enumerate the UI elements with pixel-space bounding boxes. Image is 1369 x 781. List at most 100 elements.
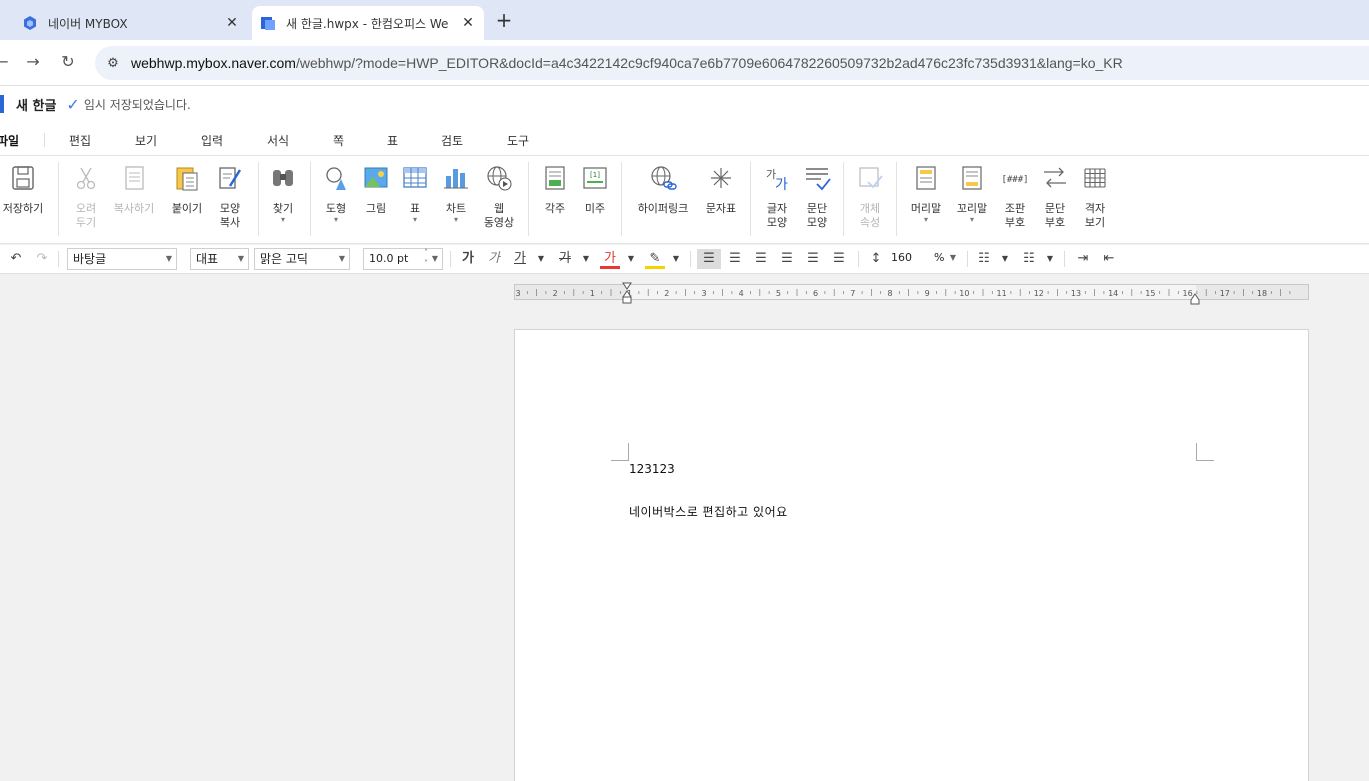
document-title[interactable]: 새 한글 bbox=[16, 95, 56, 114]
find-button[interactable]: 찾기 ▾ bbox=[258, 164, 308, 224]
binoculars-icon bbox=[273, 170, 293, 186]
ribbon-divider bbox=[843, 162, 844, 236]
tab-mybox[interactable]: 네이버 MYBOX ✕ bbox=[0, 6, 248, 40]
bold-icon[interactable]: 가 bbox=[458, 249, 478, 269]
ruler-tick-label: 9 bbox=[925, 289, 930, 298]
align-distribute-icon[interactable]: ☰ bbox=[802, 249, 824, 269]
hancom-favicon-icon bbox=[261, 17, 275, 30]
control-codes-icon: [###] bbox=[1001, 175, 1028, 185]
menu-edit[interactable]: 편집 bbox=[69, 132, 91, 149]
address-bar: ← → ↻ ⚙ webhwp.mybox.naver.com/webhwp/?m… bbox=[0, 40, 1369, 86]
document-text-line[interactable]: 네이버박스로 편집하고 있어요 bbox=[629, 503, 788, 520]
copy-label: 복사하기 bbox=[113, 202, 155, 215]
format-copy-button[interactable]: 모양 복사 bbox=[205, 164, 255, 230]
redo-icon[interactable]: ↷ bbox=[32, 249, 52, 269]
format-toolbar: ↶ ↷ 바탕글 ▼ 대표 ▼ 맑은 고딕 ▼ 10.0 pt ˄ ˅ ▼ 가 가 가 ▼ 가… bbox=[0, 245, 1369, 274]
strikethrough-icon[interactable]: 가 bbox=[555, 249, 575, 269]
object-props-button[interactable]: 개체 속성 bbox=[845, 164, 895, 230]
ruler-tick-label: 8 bbox=[887, 289, 892, 298]
chevron-down-icon[interactable]: ▼ bbox=[626, 249, 636, 269]
header-button[interactable]: 머리말 ▾ bbox=[901, 164, 951, 224]
chevron-down-icon[interactable]: ▼ bbox=[581, 249, 591, 269]
undo-icon[interactable]: ↶ bbox=[6, 249, 26, 269]
menu-page[interactable]: 쪽 bbox=[333, 132, 344, 149]
align-center-icon[interactable]: ☰ bbox=[750, 249, 772, 269]
menu-table[interactable]: 표 bbox=[387, 132, 398, 149]
document-text-line[interactable]: 123123 bbox=[629, 462, 675, 476]
menu-view[interactable]: 보기 bbox=[135, 132, 157, 149]
size-stepper-icon[interactable]: ˄ ˅ bbox=[424, 247, 428, 269]
indent-marker-icon[interactable] bbox=[622, 282, 632, 304]
font-color-icon[interactable]: 가 bbox=[600, 249, 620, 269]
picture-icon bbox=[364, 167, 388, 188]
style-select[interactable]: 바탕글 ▼ bbox=[67, 248, 177, 270]
chevron-down-icon[interactable]: ▼ bbox=[671, 249, 681, 269]
chart-icon bbox=[444, 169, 468, 189]
toolbar-divider bbox=[1064, 251, 1065, 267]
save-button[interactable]: 저장하기 bbox=[0, 164, 48, 216]
numbered-list-icon[interactable]: ☷ bbox=[1018, 249, 1040, 269]
web-video-icon bbox=[487, 166, 512, 191]
menu-bar: 파일 편집 보기 입력 서식 쪽 표 검토 도구 bbox=[0, 122, 1369, 156]
line-spacing-icon[interactable]: ↕ bbox=[866, 249, 886, 269]
copy-icon bbox=[125, 166, 144, 190]
menu-insert[interactable]: 입력 bbox=[201, 132, 223, 149]
menu-format[interactable]: 서식 bbox=[267, 132, 289, 149]
close-tab-icon[interactable]: ✕ bbox=[456, 15, 480, 31]
language-select[interactable]: 대표 ▼ bbox=[190, 248, 249, 270]
close-tab-icon[interactable]: ✕ bbox=[220, 15, 244, 31]
increase-indent-icon[interactable]: ⇥ bbox=[1072, 249, 1094, 269]
endnote-button[interactable]: [1] 미주 bbox=[570, 164, 620, 216]
para-shape-label: 문단 모양 bbox=[806, 202, 828, 229]
back-icon[interactable]: ← bbox=[0, 52, 12, 72]
format-copy-label: 모양 복사 bbox=[219, 202, 241, 229]
font-select[interactable]: 맑은 고딕 ▼ bbox=[254, 248, 350, 270]
font-size-value: 10.0 bbox=[369, 252, 394, 265]
italic-icon[interactable]: 가 bbox=[484, 249, 504, 269]
copy-button[interactable]: 복사하기 bbox=[109, 164, 159, 216]
align-right-icon[interactable]: ☰ bbox=[776, 249, 798, 269]
ribbon-divider bbox=[58, 162, 59, 236]
grid-view-button[interactable]: 격자 보기 bbox=[1070, 164, 1120, 230]
right-margin-marker-icon[interactable] bbox=[1190, 290, 1200, 305]
cut-button[interactable]: 오려 두기 bbox=[61, 164, 111, 230]
menu-file[interactable]: 파일 bbox=[0, 132, 19, 149]
site-settings-icon[interactable]: ⚙ bbox=[95, 56, 131, 71]
hyperlink-button[interactable]: 하이퍼링크 bbox=[630, 164, 696, 216]
chevron-down-icon[interactable]: ▼ bbox=[1045, 249, 1055, 269]
line-spacing-field[interactable]: 160% ▼ bbox=[886, 248, 960, 270]
char-map-button[interactable]: 문자표 bbox=[696, 164, 746, 216]
web-video-button[interactable]: 웹 동영상 bbox=[474, 164, 524, 230]
language-value: 대표 bbox=[196, 252, 219, 266]
url-field[interactable]: ⚙ webhwp.mybox.naver.com/webhwp/?mode=HW… bbox=[95, 46, 1369, 80]
new-tab-button[interactable]: + bbox=[492, 9, 516, 33]
para-shape-icon bbox=[806, 168, 831, 191]
align-justify-icon[interactable]: ☰ bbox=[697, 249, 721, 269]
char-map-icon bbox=[711, 168, 731, 188]
hyperlink-label: 하이퍼링크 bbox=[637, 202, 689, 215]
tab-title: 새 한글.hwpx - 한컴오피스 We bbox=[286, 16, 449, 31]
ribbon-divider bbox=[528, 162, 529, 236]
ruler-tick-label: 7 bbox=[850, 289, 855, 298]
tab-hwp-editor[interactable]: 새 한글.hwpx - 한컴오피스 We ✕ bbox=[252, 6, 484, 40]
align-left-icon[interactable]: ☰ bbox=[724, 249, 746, 269]
font-size-field[interactable]: 10.0 pt ˄ ˅ ▼ bbox=[363, 248, 443, 270]
para-shape-button[interactable]: 문단 모양 bbox=[792, 164, 842, 230]
reload-icon[interactable]: ↻ bbox=[58, 52, 78, 72]
menu-tools[interactable]: 도구 bbox=[507, 132, 529, 149]
menu-review[interactable]: 검토 bbox=[441, 132, 463, 149]
chevron-down-icon[interactable]: ▼ bbox=[1000, 249, 1010, 269]
decrease-indent-icon[interactable]: ⇤ bbox=[1098, 249, 1120, 269]
align-divide-icon[interactable]: ☰ bbox=[828, 249, 850, 269]
highlight-icon[interactable]: ✎ bbox=[645, 249, 665, 269]
chevron-down-icon: ▼ bbox=[338, 254, 345, 263]
chevron-down-icon[interactable]: ▼ bbox=[536, 249, 546, 269]
ruler-tick-label: 1 bbox=[590, 289, 595, 298]
document-page[interactable]: 123123 네이버박스로 편집하고 있어요 bbox=[514, 329, 1309, 781]
grid-icon bbox=[1084, 168, 1106, 188]
underline-icon[interactable]: 가 bbox=[510, 249, 530, 269]
bullet-list-icon[interactable]: ☷ bbox=[973, 249, 995, 269]
ruler-tick-label: 12 bbox=[1034, 289, 1044, 298]
find-label: 찾기 bbox=[272, 202, 294, 215]
forward-icon[interactable]: → bbox=[23, 52, 43, 72]
